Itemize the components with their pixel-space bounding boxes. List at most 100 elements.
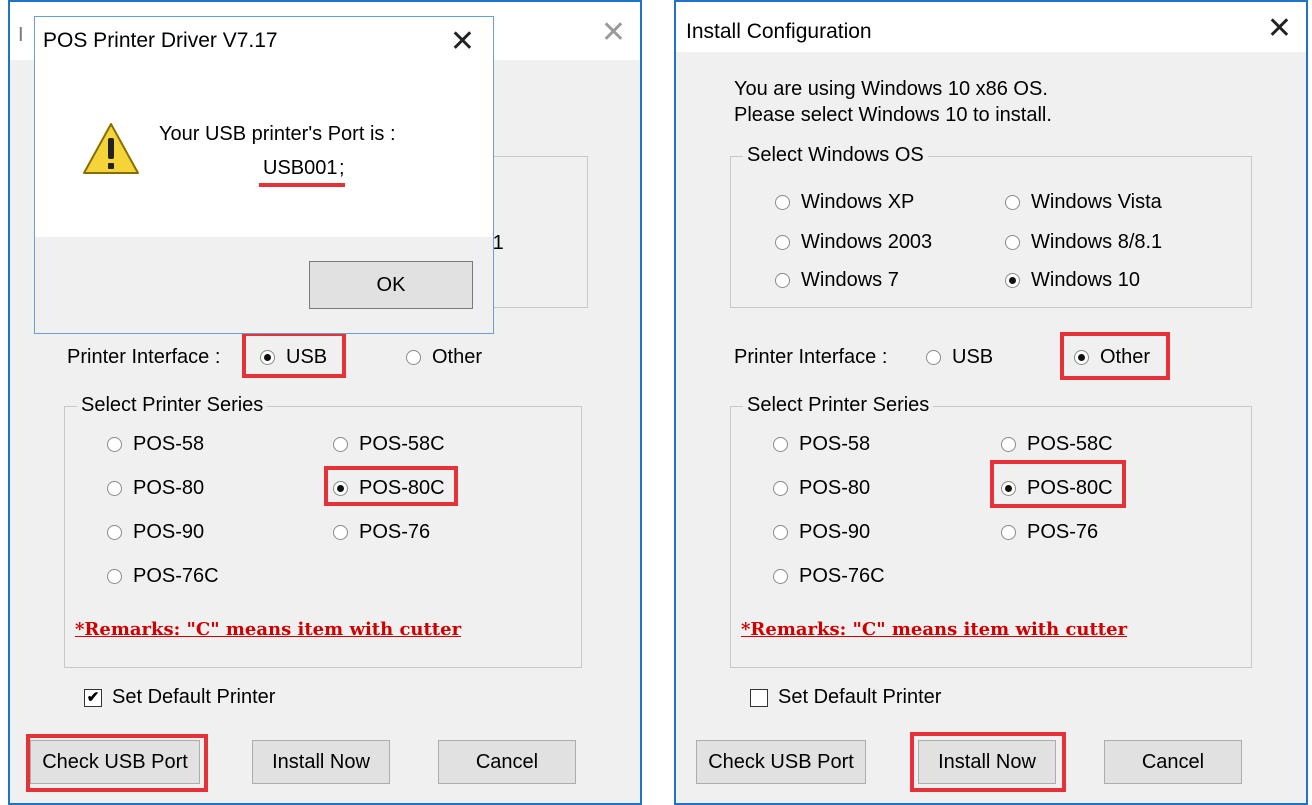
radio-icon: [333, 437, 348, 452]
checkbox-label: Set Default Printer: [778, 686, 942, 708]
radio-icon: [260, 350, 275, 365]
right-info-line-2: Please select Windows 10 to install.: [734, 104, 1052, 126]
radio-label: POS-58: [799, 433, 871, 455]
radio-label: Windows 10: [1031, 269, 1140, 291]
right-remarks-text: *Remarks: "C" means item with cutter: [741, 619, 1128, 640]
right-interface-other-radio[interactable]: Other: [1074, 346, 1150, 369]
radio-icon: [333, 525, 348, 540]
left-series-pos58-radio[interactable]: POS-58: [107, 433, 204, 456]
right-os-7-radio[interactable]: Windows 7: [775, 269, 899, 292]
radio-icon: [1001, 525, 1016, 540]
left-cancel-button[interactable]: Cancel: [438, 740, 576, 784]
radio-icon: [107, 437, 122, 452]
message-port-line: Your USB printer's Port is :: [159, 123, 396, 145]
right-os-2003-radio[interactable]: Windows 2003: [775, 231, 932, 254]
right-os-xp-radio[interactable]: Windows XP: [775, 191, 914, 214]
right-series-group: Select Printer Series POS-58 POS-58C POS…: [730, 394, 1252, 668]
radio-icon: [926, 350, 941, 365]
left-close-icon[interactable]: ✕: [601, 18, 626, 48]
radio-label: POS-58C: [1027, 433, 1113, 455]
left-title-fragment: I: [18, 24, 24, 46]
radio-label: Windows 8/8.1: [1031, 231, 1163, 253]
radio-label: Windows XP: [801, 191, 915, 213]
radio-icon: [406, 350, 421, 365]
right-install-now-button[interactable]: Install Now: [918, 740, 1056, 784]
radio-label: Windows 2003: [801, 231, 933, 253]
left-interface-usb-radio[interactable]: USB: [260, 346, 327, 369]
right-installer-window: Install Configuration ✕ You are using Wi…: [674, 0, 1308, 805]
left-interface-other-radio[interactable]: Other: [406, 346, 482, 369]
radio-icon: [107, 525, 122, 540]
message-close-icon[interactable]: ✕: [450, 27, 475, 57]
right-interface-usb-radio[interactable]: USB: [926, 346, 993, 369]
radio-icon: [773, 525, 788, 540]
radio-icon: [773, 437, 788, 452]
left-series-pos76-radio[interactable]: POS-76: [333, 521, 430, 544]
radio-icon: [333, 481, 348, 496]
radio-label: POS-90: [133, 521, 205, 543]
radio-icon: [1005, 195, 1020, 210]
radio-label: USB: [952, 346, 994, 368]
right-close-icon[interactable]: ✕: [1267, 14, 1292, 44]
right-check-usb-port-button[interactable]: Check USB Port: [696, 740, 866, 784]
right-series-pos90-radio[interactable]: POS-90: [773, 521, 870, 544]
left-install-now-button[interactable]: Install Now: [252, 740, 390, 784]
radio-label: POS-80C: [359, 477, 445, 499]
right-series-pos80-radio[interactable]: POS-80: [773, 477, 870, 500]
radio-icon: [775, 235, 790, 250]
left-remarks-text: *Remarks: "C" means item with cutter: [75, 619, 462, 640]
checkmark-icon: ✔: [84, 688, 102, 707]
radio-label: POS-58C: [359, 433, 445, 455]
radio-label: POS-76: [1027, 521, 1099, 543]
port-underline-highlight: [259, 183, 345, 187]
radio-icon: [1005, 273, 1020, 288]
left-series-group: Select Printer Series POS-58 POS-58C POS…: [64, 394, 582, 668]
right-os-vista-radio[interactable]: Windows Vista: [1005, 191, 1162, 214]
right-info-line-1: You are using Windows 10 x86 OS.: [734, 78, 1048, 100]
checkbox-label: Set Default Printer: [112, 686, 276, 708]
right-printer-interface-label: Printer Interface :: [734, 346, 888, 368]
left-os-group-partial: [486, 156, 588, 308]
radio-icon: [107, 569, 122, 584]
right-series-pos76c-radio[interactable]: POS-76C: [773, 565, 885, 588]
radio-label: Windows 7: [801, 269, 899, 291]
left-series-legend: Select Printer Series: [77, 394, 268, 417]
left-set-default-checkbox[interactable]: ✔ Set Default Printer: [84, 686, 275, 709]
radio-label: USB: [286, 346, 328, 368]
radio-label: POS-76: [359, 521, 431, 543]
message-port-value: USB001: [263, 157, 338, 179]
radio-label: Other: [1100, 346, 1151, 368]
right-series-pos58c-radio[interactable]: POS-58C: [1001, 433, 1113, 456]
message-dialog-title: POS Printer Driver V7.17: [43, 29, 278, 52]
radio-icon: [107, 481, 122, 496]
usb-port-message-dialog: POS Printer Driver V7.17 ✕ Your USB prin…: [34, 16, 494, 334]
right-os-10-radio[interactable]: Windows 10: [1005, 269, 1140, 292]
left-series-pos90-radio[interactable]: POS-90: [107, 521, 204, 544]
right-os-8-radio[interactable]: Windows 8/8.1: [1005, 231, 1162, 254]
right-set-default-checkbox[interactable]: Set Default Printer: [750, 686, 941, 709]
right-series-pos80c-radio[interactable]: POS-80C: [1001, 477, 1113, 500]
right-os-group: Select Windows OS Windows XP Windows Vis…: [730, 144, 1252, 308]
right-series-pos76-radio[interactable]: POS-76: [1001, 521, 1098, 544]
left-series-pos80c-radio[interactable]: POS-80C: [333, 477, 445, 500]
right-series-pos58-radio[interactable]: POS-58: [773, 433, 870, 456]
left-installer-window: I ✕ ta 3.1 Printer Interface : USB Other…: [8, 0, 642, 805]
left-series-pos58c-radio[interactable]: POS-58C: [333, 433, 445, 456]
warning-icon: [83, 123, 139, 174]
message-ok-button[interactable]: OK: [309, 261, 473, 309]
right-titlebar: Install Configuration ✕: [676, 2, 1306, 52]
radio-label: Windows Vista: [1031, 191, 1162, 213]
right-cancel-button[interactable]: Cancel: [1104, 740, 1242, 784]
radio-icon: [1074, 350, 1089, 365]
radio-label: POS-76C: [799, 565, 885, 587]
left-series-pos80-radio[interactable]: POS-80: [107, 477, 204, 500]
left-check-usb-port-button[interactable]: Check USB Port: [30, 740, 200, 784]
left-printer-interface-label: Printer Interface :: [67, 346, 221, 368]
radio-icon: [1001, 481, 1016, 496]
radio-label: POS-90: [799, 521, 871, 543]
right-series-legend: Select Printer Series: [743, 394, 934, 417]
radio-label: Other: [432, 346, 483, 368]
radio-icon: [773, 481, 788, 496]
left-series-pos76c-radio[interactable]: POS-76C: [107, 565, 219, 588]
message-dialog-body: POS Printer Driver V7.17 ✕ Your USB prin…: [35, 17, 493, 237]
